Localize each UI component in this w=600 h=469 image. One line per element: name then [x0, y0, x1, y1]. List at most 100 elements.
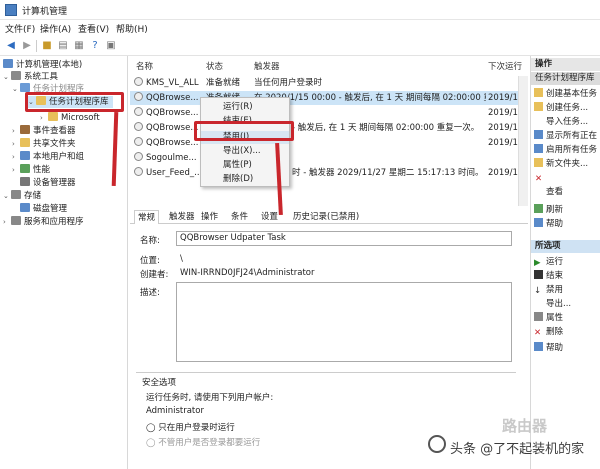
- actions-subheader: 任务计划程序库: [531, 72, 600, 85]
- play-icon: ▶: [534, 258, 541, 268]
- menu-file[interactable]: 文件(F): [5, 22, 35, 35]
- table-row[interactable]: QQBrowse... - 触发后, 在 1 天 期间每隔 02:00:00 重…: [130, 121, 528, 135]
- action-help[interactable]: 帮助: [531, 218, 600, 231]
- tree-item-disk-management[interactable]: 磁盘管理: [20, 203, 67, 215]
- toutiao-logo-icon: [428, 435, 446, 453]
- task-icon: [134, 167, 143, 176]
- action-delete-folder[interactable]: ✕: [531, 172, 600, 185]
- action-run[interactable]: ▶ 运行: [531, 256, 600, 269]
- action-disable[interactable]: ↓ 禁用: [531, 284, 600, 297]
- forward-icon[interactable]: ▶: [20, 39, 34, 53]
- column-next-run[interactable]: 下次运行: [488, 60, 522, 74]
- device-icon: [20, 177, 30, 186]
- action-export[interactable]: 导出...: [531, 298, 600, 311]
- detail-tabs: 常规 触发器 操作 条件 设置 历史记录(已禁用): [130, 210, 528, 224]
- column-name[interactable]: 名称: [136, 60, 153, 74]
- list-scrollbar[interactable]: [518, 76, 528, 206]
- help-icon[interactable]: ?: [88, 39, 102, 53]
- export-icon: [534, 298, 543, 307]
- delete-icon: ✕: [534, 328, 542, 338]
- folder-icon: [48, 112, 58, 121]
- task-icon: [134, 152, 143, 161]
- tab-general[interactable]: 常规: [134, 210, 160, 224]
- security-description: 运行任务时, 请使用下列用户帐户:: [146, 393, 274, 403]
- tab-triggers[interactable]: 触发器: [166, 210, 198, 224]
- event-icon: [20, 125, 30, 134]
- description-field[interactable]: [176, 282, 512, 362]
- tree-item-device-manager[interactable]: 设备管理器: [20, 177, 76, 189]
- task-list-pane: 名称 状态 触发器 下次运行 KMS_VL_ALL 准备就绪 当任何用户登录时 …: [130, 56, 528, 469]
- action-create-basic-task[interactable]: 创建基本任务: [531, 88, 600, 101]
- action-new-folder[interactable]: 新文件夹...: [531, 158, 600, 171]
- action-enable-history[interactable]: 启用所有任务: [531, 144, 600, 157]
- folder-icon: [534, 158, 543, 167]
- action-refresh[interactable]: 刷新: [531, 204, 600, 217]
- action-delete[interactable]: ✕ 删除: [531, 326, 600, 339]
- refresh-icon: [534, 204, 543, 213]
- location-value: \: [180, 254, 183, 264]
- tree-item-shared-folders[interactable]: › 共享文件夹: [12, 138, 76, 150]
- tab-settings[interactable]: 设置: [258, 210, 281, 224]
- action-help-selected[interactable]: 帮助: [531, 342, 600, 355]
- description-label: 描述:: [140, 288, 160, 298]
- action-create-task[interactable]: 创建任务...: [531, 102, 600, 115]
- table-row[interactable]: QQBrowse... 准备就绪 在 2020/1/15 00:00 - 触发后…: [130, 91, 528, 105]
- name-field[interactable]: QQBrowser Udpater Task: [176, 231, 512, 246]
- not-logged-option[interactable]: ◯ 不管用户是否登录都要运行: [146, 436, 260, 448]
- actions-pane: 操作 任务计划程序库 创建基本任务 创建任务... 导入任务... 显示所有正在…: [530, 56, 600, 469]
- help-icon: [534, 342, 543, 351]
- table-row[interactable]: QQBrowse... 2019/11: [130, 106, 528, 120]
- tab-actions[interactable]: 操作: [198, 210, 221, 224]
- column-triggers[interactable]: 触发器: [254, 60, 280, 74]
- table-row[interactable]: User_Feed_... 时 - 触发器 2029/11/27 星期二 15:…: [130, 166, 528, 180]
- import-icon: [534, 116, 543, 125]
- list-icon: [534, 130, 543, 139]
- back-icon[interactable]: ◀: [4, 39, 18, 53]
- menu-view[interactable]: 查看(V): [78, 22, 109, 35]
- create-icon: [534, 102, 543, 111]
- author-label: 创建者:: [140, 270, 169, 280]
- show-hide-tree-icon[interactable]: ▤: [56, 39, 70, 53]
- computer-icon: [3, 59, 13, 68]
- properties-icon[interactable]: ▦: [72, 39, 86, 53]
- view-icon[interactable]: ▣: [104, 39, 118, 53]
- help-icon: [534, 218, 543, 227]
- table-row[interactable]: Sogoulme...: [130, 151, 528, 165]
- tree-item-event-viewer[interactable]: › 事件查看器: [12, 125, 76, 137]
- tree-item-performance[interactable]: › 性能: [12, 164, 50, 176]
- navigation-tree: 计算机管理(本地) ⌄ 系统工具 ⌄ 任务计划程序 ⌄ 任务计划程序库 › Micros…: [0, 56, 128, 469]
- delete-icon: ✕: [534, 174, 543, 184]
- table-row[interactable]: QQBrowse... 2019/11: [130, 136, 528, 150]
- table-row[interactable]: KMS_VL_ALL 准备就绪 当任何用户登录时: [130, 76, 528, 90]
- actions-header: 操作: [531, 58, 600, 71]
- menu-action[interactable]: 操作(A): [40, 22, 71, 35]
- performance-icon: [20, 164, 30, 173]
- window-title: 计算机管理: [22, 7, 68, 17]
- task-icon: [134, 77, 143, 86]
- menu-help[interactable]: 帮助(H): [116, 22, 148, 35]
- tab-history[interactable]: 历史记录(已禁用): [290, 210, 362, 224]
- action-end[interactable]: 结束: [531, 270, 600, 283]
- tree-item-storage[interactable]: ⌄ 存储: [3, 190, 41, 202]
- disable-icon: ↓: [534, 286, 542, 296]
- tree-item-root[interactable]: 计算机管理(本地): [3, 59, 82, 71]
- action-view[interactable]: 查看: [531, 186, 600, 199]
- watermark-text: 头条 @了不起装机的家: [450, 442, 585, 457]
- properties-icon: [534, 312, 543, 321]
- tree-item-microsoft[interactable]: › Microsoft: [40, 112, 100, 124]
- author-value: WIN-IRRND0JFJ24\Administrator: [180, 268, 315, 278]
- action-show-running[interactable]: 显示所有正在: [531, 130, 600, 143]
- column-status[interactable]: 状态: [206, 60, 223, 74]
- task-icon: [134, 92, 143, 101]
- action-properties[interactable]: 属性: [531, 312, 600, 325]
- action-import-task[interactable]: 导入任务...: [531, 116, 600, 129]
- tab-conditions[interactable]: 条件: [228, 210, 251, 224]
- only-logged-option[interactable]: ◯ 只在用户登录时运行: [146, 421, 235, 433]
- folder-up-icon[interactable]: ■: [40, 39, 54, 53]
- task-icon: [134, 122, 143, 131]
- ctx-run[interactable]: 运行(R): [201, 101, 289, 114]
- tree-item-system-tools[interactable]: ⌄ 系统工具: [3, 71, 58, 83]
- tree-item-services[interactable]: › 服务和应用程序: [3, 216, 84, 228]
- users-icon: [20, 151, 30, 160]
- tree-item-local-users[interactable]: › 本地用户和组: [12, 151, 84, 163]
